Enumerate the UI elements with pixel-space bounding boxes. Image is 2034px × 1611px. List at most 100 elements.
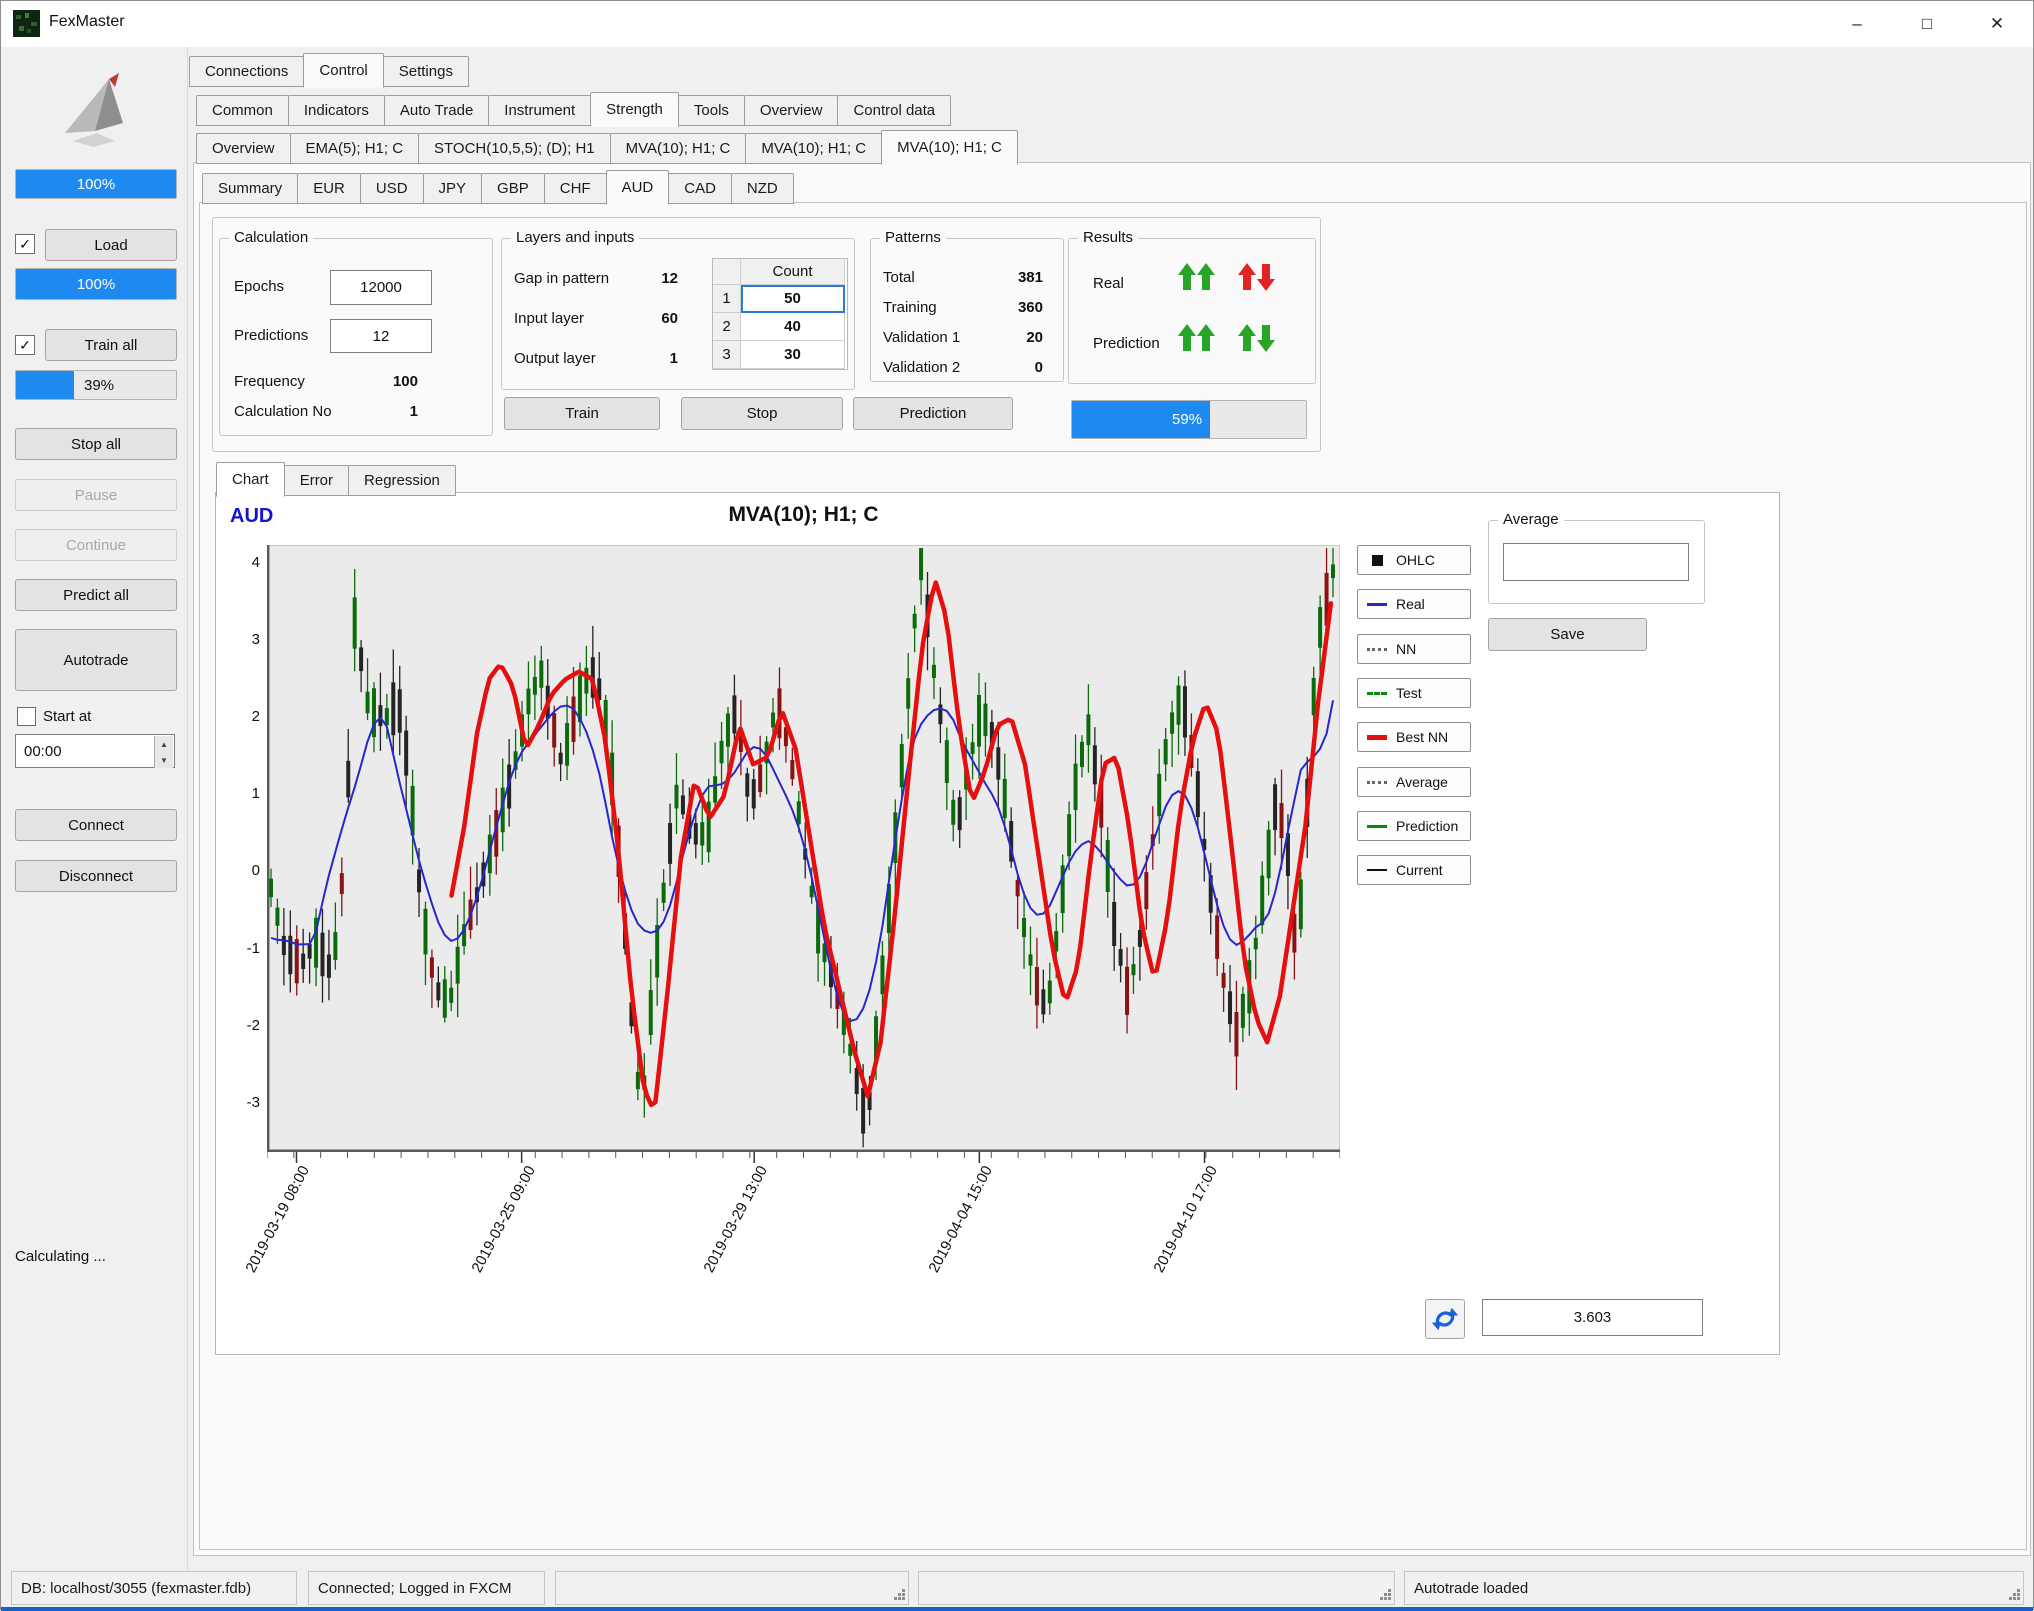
count-table-header: Count — [741, 259, 845, 285]
tab-usd-2[interactable]: USD — [360, 173, 424, 204]
minimize-button[interactable]: – — [1828, 1, 1886, 46]
tab-instrument-3[interactable]: Instrument — [488, 95, 591, 126]
count-cell[interactable]: 50 — [741, 285, 845, 313]
results-real-label: Real — [1093, 275, 1124, 292]
autotrade-button[interactable]: Autotrade — [15, 629, 177, 691]
tab-summary-0[interactable]: Summary — [202, 173, 298, 204]
black-line-icon — [1366, 869, 1388, 871]
legend-label: OHLC — [1396, 552, 1435, 568]
y-tick-label: 1 — [218, 785, 260, 802]
train-all-button[interactable]: Train all — [45, 329, 177, 361]
tab-regression-2[interactable]: Regression — [348, 465, 456, 496]
load-checkbox[interactable]: ✓ — [15, 234, 35, 254]
train-all-checkbox[interactable]: ✓ — [15, 335, 35, 355]
tab-ema-5-h1-c-1[interactable]: EMA(5); H1; C — [290, 133, 420, 164]
tab-indicators-1[interactable]: Indicators — [288, 95, 385, 126]
epochs-input[interactable] — [330, 270, 432, 305]
results-prediction-label: Prediction — [1093, 335, 1160, 352]
tab-chart-0[interactable]: Chart — [216, 462, 285, 497]
legend-button-test[interactable]: Test — [1357, 678, 1471, 708]
time-down-button[interactable]: ▼ — [154, 752, 173, 768]
predictions-input[interactable] — [330, 319, 432, 353]
tab-mva-10-h1-c-3[interactable]: MVA(10); H1; C — [610, 133, 747, 164]
count-row-index: 1 — [713, 285, 741, 313]
tab-aud-6[interactable]: AUD — [606, 170, 670, 205]
predict-all-button[interactable]: Predict all — [15, 579, 177, 611]
start-at-checkbox[interactable] — [17, 707, 36, 726]
load-button[interactable]: Load — [45, 229, 177, 261]
input-layer-value: 60 — [618, 310, 678, 327]
tab-strength-4[interactable]: Strength — [590, 92, 679, 127]
prediction-up-up-icon — [1175, 320, 1219, 356]
tab-cad-7[interactable]: CAD — [668, 173, 732, 204]
tab-overview-6[interactable]: Overview — [744, 95, 839, 126]
frequency-value: 100 — [332, 373, 418, 390]
currency-tabstrip: SummaryEURUSDJPYGBPCHFAUDCADNZD — [202, 170, 794, 204]
stop-all-button[interactable]: Stop all — [15, 428, 177, 460]
legend-button-current[interactable]: Current — [1357, 855, 1471, 885]
continue-button[interactable]: Continue — [15, 529, 177, 561]
legend-button-average[interactable]: Average — [1357, 767, 1471, 797]
price-chart-plot[interactable] — [267, 545, 1340, 1177]
train-button[interactable]: Train — [504, 397, 660, 430]
tab-eur-1[interactable]: EUR — [297, 173, 361, 204]
calc-no-value: 1 — [332, 403, 418, 420]
tab-mva-10-h1-c-4[interactable]: MVA(10); H1; C — [745, 133, 882, 164]
start-time-input[interactable]: 00:00 ▲ ▼ — [15, 734, 175, 768]
disconnect-button[interactable]: Disconnect — [15, 860, 177, 892]
tab-tools-5[interactable]: Tools — [678, 95, 745, 126]
results-group-label: Results — [1078, 229, 1138, 246]
legend-button-best-nn[interactable]: Best NN — [1357, 722, 1471, 752]
count-table: Count 150240330 — [712, 258, 848, 370]
tab-stoch-10-5-5-d-h1-2[interactable]: STOCH(10,5,5); (D); H1 — [418, 133, 611, 164]
legend-label: Best NN — [1396, 729, 1448, 745]
status-connection: Connected; Logged in FXCM — [308, 1571, 545, 1605]
save-button[interactable]: Save — [1488, 618, 1647, 651]
chart-tabstrip: ChartErrorRegression — [216, 462, 456, 496]
refresh-button[interactable] — [1425, 1299, 1465, 1339]
tab-common-0[interactable]: Common — [196, 95, 289, 126]
indicator-tabstrip: OverviewEMA(5); H1; CSTOCH(10,5,5); (D);… — [196, 130, 1018, 164]
refresh-icon — [1430, 1304, 1460, 1334]
start-time-value: 00:00 — [24, 743, 62, 760]
predictions-label: Predictions — [234, 327, 308, 344]
count-cell[interactable]: 40 — [741, 313, 845, 341]
legend-button-nn[interactable]: NN — [1357, 634, 1471, 664]
pause-button[interactable]: Pause — [15, 479, 177, 511]
current-value-box[interactable]: 3.603 — [1482, 1299, 1703, 1336]
tab-connections-0[interactable]: Connections — [189, 56, 304, 87]
layers-group-label: Layers and inputs — [511, 229, 639, 246]
tab-chf-5[interactable]: CHF — [544, 173, 607, 204]
maximize-button[interactable]: □ — [1898, 1, 1956, 46]
calc-no-label: Calculation No — [234, 403, 332, 420]
control-tabstrip: CommonIndicatorsAuto TradeInstrumentStre… — [196, 92, 951, 126]
x-tick-label: 2019-03-19 08:00 — [204, 1163, 313, 1348]
connect-button[interactable]: Connect — [15, 809, 177, 841]
tab-control-data-7[interactable]: Control data — [837, 95, 951, 126]
legend-button-ohlc[interactable]: OHLC — [1357, 545, 1471, 575]
close-button[interactable]: ✕ — [1968, 1, 2026, 46]
legend-label: Average — [1396, 774, 1448, 790]
tab-overview-0[interactable]: Overview — [196, 133, 291, 164]
load-progressbar: 100% — [15, 169, 177, 199]
gap-in-pattern-label: Gap in pattern — [514, 270, 609, 287]
time-up-button[interactable]: ▲ — [154, 736, 173, 752]
count-cell[interactable]: 30 — [741, 341, 845, 369]
tab-jpy-3[interactable]: JPY — [423, 173, 483, 204]
tab-auto-trade-2[interactable]: Auto Trade — [384, 95, 489, 126]
legend-button-real[interactable]: Real — [1357, 589, 1471, 619]
tab-gbp-4[interactable]: GBP — [481, 173, 545, 204]
count-row-index: 3 — [713, 341, 741, 369]
tab-settings-2[interactable]: Settings — [383, 56, 469, 87]
tab-error-1[interactable]: Error — [284, 465, 349, 496]
app-logo-dart — [53, 71, 137, 151]
tab-mva-10-h1-c-5[interactable]: MVA(10); H1; C — [881, 130, 1018, 165]
prediction-button[interactable]: Prediction — [853, 397, 1013, 430]
tab-nzd-8[interactable]: NZD — [731, 173, 794, 204]
tab-control-1[interactable]: Control — [303, 53, 383, 88]
average-input[interactable] — [1503, 543, 1689, 581]
results-group: Results Real Prediction — [1068, 238, 1316, 384]
real-up-up-icon — [1175, 259, 1219, 295]
legend-button-prediction[interactable]: Prediction — [1357, 811, 1471, 841]
stop-button[interactable]: Stop — [681, 397, 843, 430]
